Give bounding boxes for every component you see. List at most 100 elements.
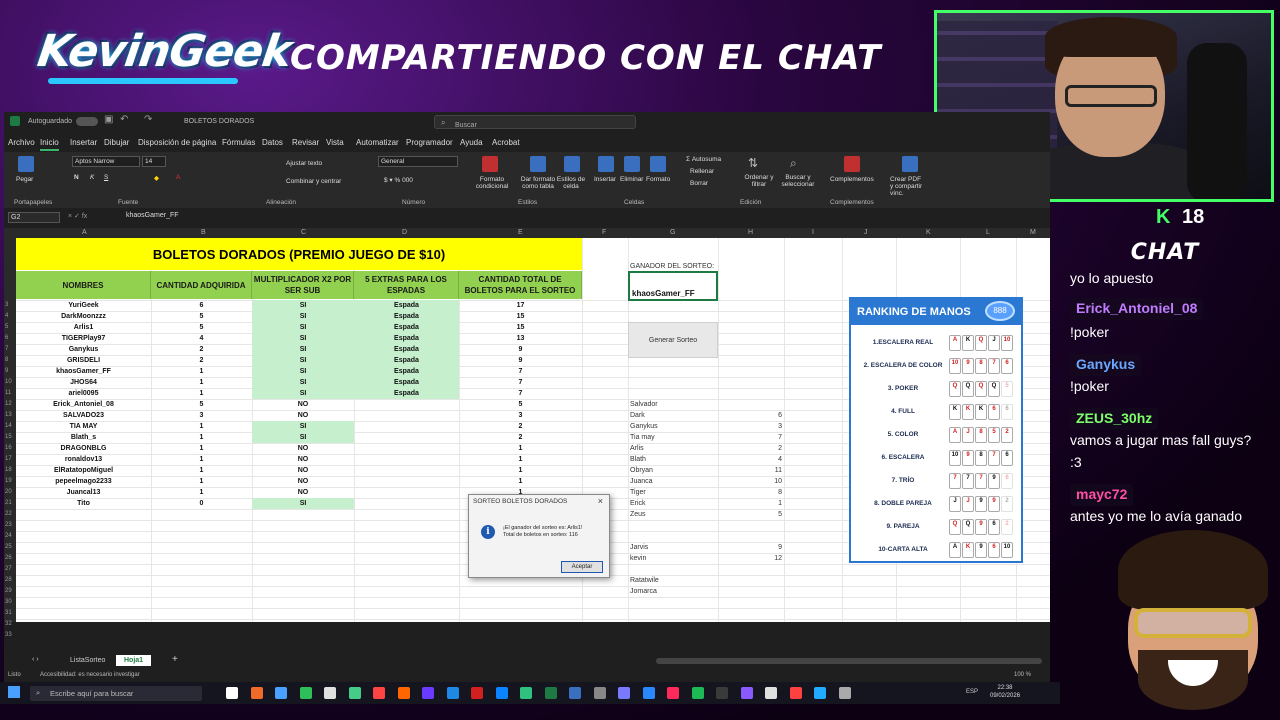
side-name[interactable]: Salvador [628, 399, 708, 410]
table-cell[interactable]: JHOS64 [16, 377, 151, 388]
taskbar-clock[interactable]: 22:38 09/02/2026 [990, 684, 1020, 700]
column-header-e[interactable]: E [518, 229, 523, 236]
row-number[interactable]: 16 [5, 445, 12, 451]
side-value[interactable] [718, 399, 784, 410]
table-cell[interactable]: 2 [151, 344, 252, 355]
row-number[interactable]: 6 [5, 335, 8, 341]
font-name-select[interactable]: Aptos Narrow [72, 156, 140, 167]
table-cell[interactable] [354, 443, 459, 454]
table-cell[interactable]: 0 [151, 498, 252, 509]
sort-filter-icon[interactable]: ⇅ [748, 156, 758, 170]
table-cell[interactable]: NO [252, 454, 354, 465]
zoom-level[interactable]: 100 % [1014, 672, 1031, 678]
add-sheet-icon[interactable]: + [172, 654, 178, 665]
sort-filter-button[interactable]: Ordenar y filtrar [744, 174, 774, 188]
table-header-1[interactable]: NOMBRES [16, 271, 151, 299]
row-number[interactable]: 8 [5, 357, 8, 363]
row-number[interactable]: 18 [5, 467, 12, 473]
table-cell[interactable] [354, 476, 459, 487]
side-value[interactable]: 7 [718, 432, 784, 443]
cond-format-button[interactable]: Formato condicional [466, 176, 518, 190]
table-cell[interactable]: SI [252, 432, 354, 443]
paste-button[interactable]: Pegar [16, 176, 33, 183]
table-cell[interactable]: TIA MAY [16, 421, 151, 432]
find-icon[interactable]: ⌕ [790, 156, 797, 171]
table-cell[interactable]: ariel0095 [16, 388, 151, 399]
side-name[interactable]: Tiger [628, 487, 708, 498]
table-cell[interactable]: 1 [459, 476, 582, 487]
side-value[interactable]: 3 [718, 421, 784, 432]
table-cell[interactable]: 5 [151, 311, 252, 322]
taskbar-app-icon[interactable] [471, 687, 483, 699]
taskbar-app-icon[interactable] [765, 687, 777, 699]
column-header-d[interactable]: D [402, 229, 407, 236]
spreadsheet-grid[interactable]: BOLETOS DORADOS (PREMIO JUEGO DE $10) NO… [16, 238, 1050, 622]
table-cell[interactable]: 1 [151, 421, 252, 432]
row-number[interactable]: 30 [5, 599, 12, 605]
taskbar-app-icon[interactable] [226, 687, 238, 699]
table-cell[interactable]: 2 [151, 355, 252, 366]
menu-archivo[interactable]: Archivo [8, 138, 35, 147]
side-value[interactable]: 12 [718, 553, 784, 564]
paste-icon[interactable] [18, 156, 34, 172]
tab-hoja1[interactable]: Hoja1 [116, 655, 152, 666]
table-cell[interactable]: NO [252, 465, 354, 476]
column-header-l[interactable]: L [986, 229, 990, 236]
row-number[interactable]: 29 [5, 588, 12, 594]
taskbar-app-icon[interactable] [495, 687, 508, 699]
table-cell[interactable]: Tito [16, 498, 151, 509]
cell-styles-icon[interactable] [564, 156, 580, 172]
menu-vista[interactable]: Vista [326, 138, 344, 147]
menu-insertar[interactable]: Insertar [70, 138, 97, 147]
table-cell[interactable]: SI [252, 366, 354, 377]
table-header-2[interactable]: CANTIDAD ADQUIRIDA [151, 271, 252, 299]
table-cell[interactable]: DRAGONBLG [16, 443, 151, 454]
taskbar-app-icon[interactable] [544, 687, 557, 699]
side-name[interactable]: Juanca [628, 476, 708, 487]
table-cell[interactable]: SI [252, 498, 354, 509]
row-number[interactable]: 24 [5, 533, 12, 539]
fill-button[interactable]: Rellenar [690, 168, 714, 175]
table-cell[interactable]: NO [252, 476, 354, 487]
column-header-m[interactable]: M [1030, 229, 1036, 236]
table-cell[interactable]: 1 [151, 432, 252, 443]
row-number[interactable]: 20 [5, 489, 12, 495]
insert-cells-icon[interactable] [598, 156, 614, 172]
table-cell[interactable]: 1 [459, 443, 582, 454]
table-header-4[interactable]: 5 EXTRAS PARA LOS ESPADAS [354, 271, 459, 299]
row-number[interactable]: 15 [5, 434, 12, 440]
side-name[interactable]: Arlis [628, 443, 708, 454]
table-cell[interactable] [354, 498, 459, 509]
table-cell[interactable]: Espada [354, 300, 459, 311]
column-header-f[interactable]: F [602, 229, 606, 236]
italic-button[interactable]: K [90, 174, 94, 181]
menu-ayuda[interactable]: Ayuda [460, 138, 483, 147]
column-header-a[interactable]: A [82, 229, 87, 236]
side-value[interactable]: 9 [718, 542, 784, 553]
table-cell[interactable]: 1 [151, 443, 252, 454]
table-cell[interactable]: SI [252, 300, 354, 311]
column-header-g[interactable]: G [670, 229, 675, 236]
find-select-button[interactable]: Buscar y seleccionar [778, 174, 818, 188]
table-cell[interactable] [354, 432, 459, 443]
taskbar-app-icon[interactable] [520, 687, 532, 699]
addins-icon[interactable] [844, 156, 860, 172]
column-header-c[interactable]: C [301, 229, 306, 236]
autosum-button[interactable]: Σ Autosuma [686, 156, 721, 163]
table-cell[interactable]: 1 [151, 476, 252, 487]
wrap-text-button[interactable]: Ajustar texto [286, 160, 322, 167]
table-cell[interactable]: TIGERPlay97 [16, 333, 151, 344]
font-size-select[interactable]: 14 [142, 156, 166, 167]
table-format-icon[interactable] [530, 156, 546, 172]
side-name[interactable]: Dark [628, 410, 708, 421]
taskbar-app-icon[interactable] [397, 687, 410, 699]
side-name[interactable]: kevin [628, 553, 708, 564]
row-number[interactable]: 33 [5, 632, 12, 638]
row-number[interactable]: 31 [5, 610, 12, 616]
table-cell[interactable]: NO [252, 410, 354, 421]
side-name[interactable]: Ganykus [628, 421, 708, 432]
table-cell[interactable]: 9 [459, 344, 582, 355]
taskbar-app-icon[interactable] [299, 687, 312, 699]
table-cell[interactable]: 1 [151, 377, 252, 388]
taskbar-app-icon[interactable] [446, 687, 459, 699]
